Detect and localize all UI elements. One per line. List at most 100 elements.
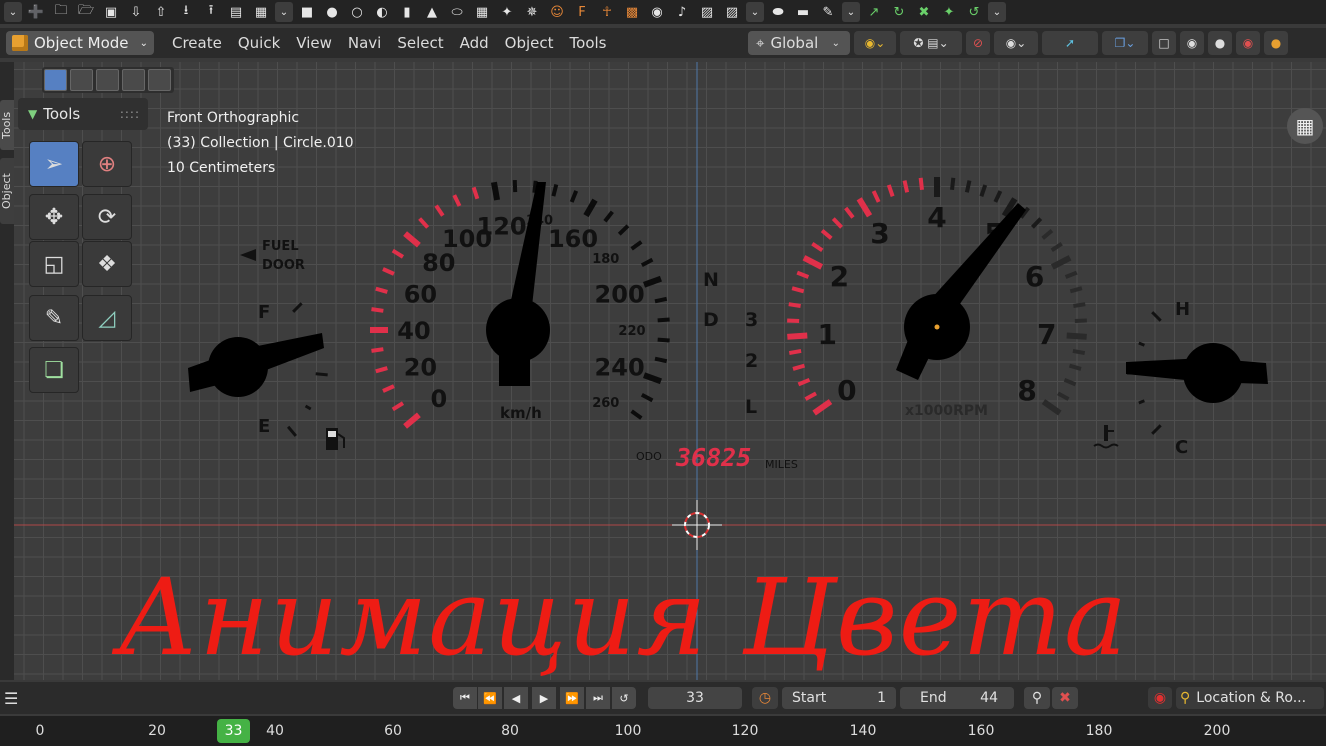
rpm-needle — [896, 203, 1026, 380]
speed-label: 220 — [618, 324, 645, 339]
fuel-door-arrow-icon — [240, 249, 256, 261]
speed-unit: km/h — [500, 404, 542, 422]
record-icon: ◉ — [1153, 690, 1167, 706]
start-label: Start — [792, 690, 827, 706]
gauge-tick — [657, 337, 670, 343]
preview-range-button[interactable]: ◷ — [752, 687, 778, 709]
fast-forward-icon: ⏩ — [565, 691, 579, 705]
fuel-pump-icon — [326, 428, 345, 450]
jump-keyframe-forward-button[interactable]: ⏩ — [560, 687, 584, 709]
gauge-tick — [1057, 391, 1070, 401]
blender-window: ⌄ ➕ 🗀 🗁 ▣ ⇩ ⇧ ⭳ ⭱ ▤ ▦ ⌄ ■ ● ○ ◐ ▮ ▲ ⬭ ▦ ✦ ✵ ☺ F ☥ ▩ ◉ ♪ ▨ ▨ ⌄ ⬬ ▬ ✎ ⌄ ↗ ↻ ✖ ✦ ↺… — [0, 0, 1326, 746]
gauge-tick — [643, 372, 662, 385]
gauge-tick — [569, 190, 579, 203]
jump-end-icon: ⏭ — [593, 691, 603, 704]
gauge-tick — [797, 377, 811, 387]
auto-key-button[interactable]: ◉ — [1148, 687, 1172, 709]
clock-icon: ◷ — [758, 690, 772, 706]
current-frame-field[interactable]: 33 — [648, 687, 742, 709]
gauge-tick — [375, 286, 388, 294]
ruler-tick: 160 — [967, 723, 995, 739]
gauge-tick — [1050, 255, 1072, 270]
end-label: End — [920, 690, 947, 706]
3d-cursor[interactable] — [672, 500, 722, 550]
gear-d: D — [703, 309, 719, 331]
gauge-tick — [490, 181, 501, 201]
gauge-tick — [403, 231, 421, 248]
gauge-tick — [1041, 399, 1062, 416]
ruler-tick: 20 — [148, 723, 166, 739]
gear-l: L — [745, 396, 757, 418]
jump-keyframe-back-button[interactable]: ⏪ — [478, 687, 502, 709]
timeline-ruler[interactable]: 0 20 40 60 80 100 120 140 160 180 200 33 — [0, 716, 1326, 746]
gauge-tick — [787, 318, 800, 323]
keying-set-icon: ⚲ — [1180, 690, 1191, 706]
loop-button[interactable]: ↺ — [612, 687, 636, 709]
keyframe-delete-button[interactable]: ✖ — [1052, 687, 1078, 709]
gauge-tick — [791, 286, 805, 294]
speed-label: 180 — [592, 252, 619, 267]
speed-label: 160 — [548, 225, 598, 253]
gauge-tick — [1050, 242, 1063, 252]
gear-3: 3 — [745, 309, 758, 331]
gauge-tick — [820, 229, 833, 240]
gauge-tick — [788, 302, 801, 308]
gauge-tick — [1151, 311, 1162, 322]
end-value: 44 — [980, 690, 998, 706]
speed-label: 240 — [595, 353, 645, 381]
gauge-tick — [802, 255, 824, 270]
gauge-tick — [643, 275, 662, 288]
temp-cold-label: C — [1175, 437, 1188, 458]
gauge-tick — [856, 197, 873, 218]
jump-start-button[interactable]: ⏮ — [453, 687, 477, 709]
gauge-tick — [292, 302, 303, 313]
gauge-tick — [812, 399, 833, 416]
ruler-tick: 120 — [731, 723, 759, 739]
gauge-tick — [1030, 217, 1043, 229]
rpm-label: 6 — [1025, 260, 1044, 293]
keyframe-insert-button[interactable]: ⚲ — [1024, 687, 1050, 709]
gauge-tick — [630, 240, 643, 251]
play-reverse-button[interactable]: ◀ — [504, 687, 528, 709]
gauge-tick — [551, 183, 559, 197]
ruler-tick: 140 — [849, 723, 877, 739]
gauge-tick — [844, 206, 855, 219]
gauge-tick — [787, 332, 808, 340]
gauge-tick — [654, 356, 668, 364]
odo-unit: MILES — [765, 458, 798, 471]
gauge-tick — [902, 180, 910, 193]
gauge-tick — [1069, 286, 1083, 294]
rpm-label: 0 — [837, 374, 856, 407]
loop-icon: ↺ — [619, 691, 629, 705]
rpm-unit: x1000RPM — [905, 403, 988, 419]
jump-end-button[interactable]: ⏭ — [586, 687, 610, 709]
gauge-tick — [811, 242, 824, 252]
play-button[interactable]: ▶ — [532, 687, 556, 709]
ruler-tick: 0 — [35, 723, 45, 739]
gauge-tick — [1074, 318, 1087, 323]
gauge-tick — [788, 348, 802, 356]
end-frame-field[interactable]: End 44 — [900, 687, 1014, 709]
speed-label: 0 — [430, 385, 447, 413]
rpm-label: 4 — [927, 201, 946, 234]
fuel-door-label-1: FUEL — [262, 239, 299, 254]
gauge-tick — [382, 384, 395, 393]
gauge-tick — [1068, 363, 1082, 371]
ruler-tick: 100 — [614, 723, 642, 739]
gauge-tick — [1151, 424, 1162, 435]
gauge-tick — [993, 190, 1003, 203]
start-frame-field[interactable]: Start 1 — [782, 687, 896, 709]
gear-2: 2 — [745, 350, 758, 372]
ruler-tick: 180 — [1085, 723, 1113, 739]
gauge-tick — [391, 401, 405, 412]
ruler-tick: 200 — [1203, 723, 1231, 739]
current-frame-marker[interactable]: 33 — [217, 719, 250, 743]
rpm-label: 1 — [817, 318, 836, 351]
gauge-tick — [792, 363, 806, 371]
keying-set-select[interactable]: ⚲ Location & Ro... — [1176, 687, 1324, 709]
menu-hamburger-icon[interactable]: ☰ — [4, 689, 18, 708]
gauge-tick — [1073, 302, 1086, 308]
fuel-needle — [188, 333, 324, 397]
gauge-tick — [1041, 229, 1054, 240]
play-icon: ▶ — [539, 691, 549, 705]
